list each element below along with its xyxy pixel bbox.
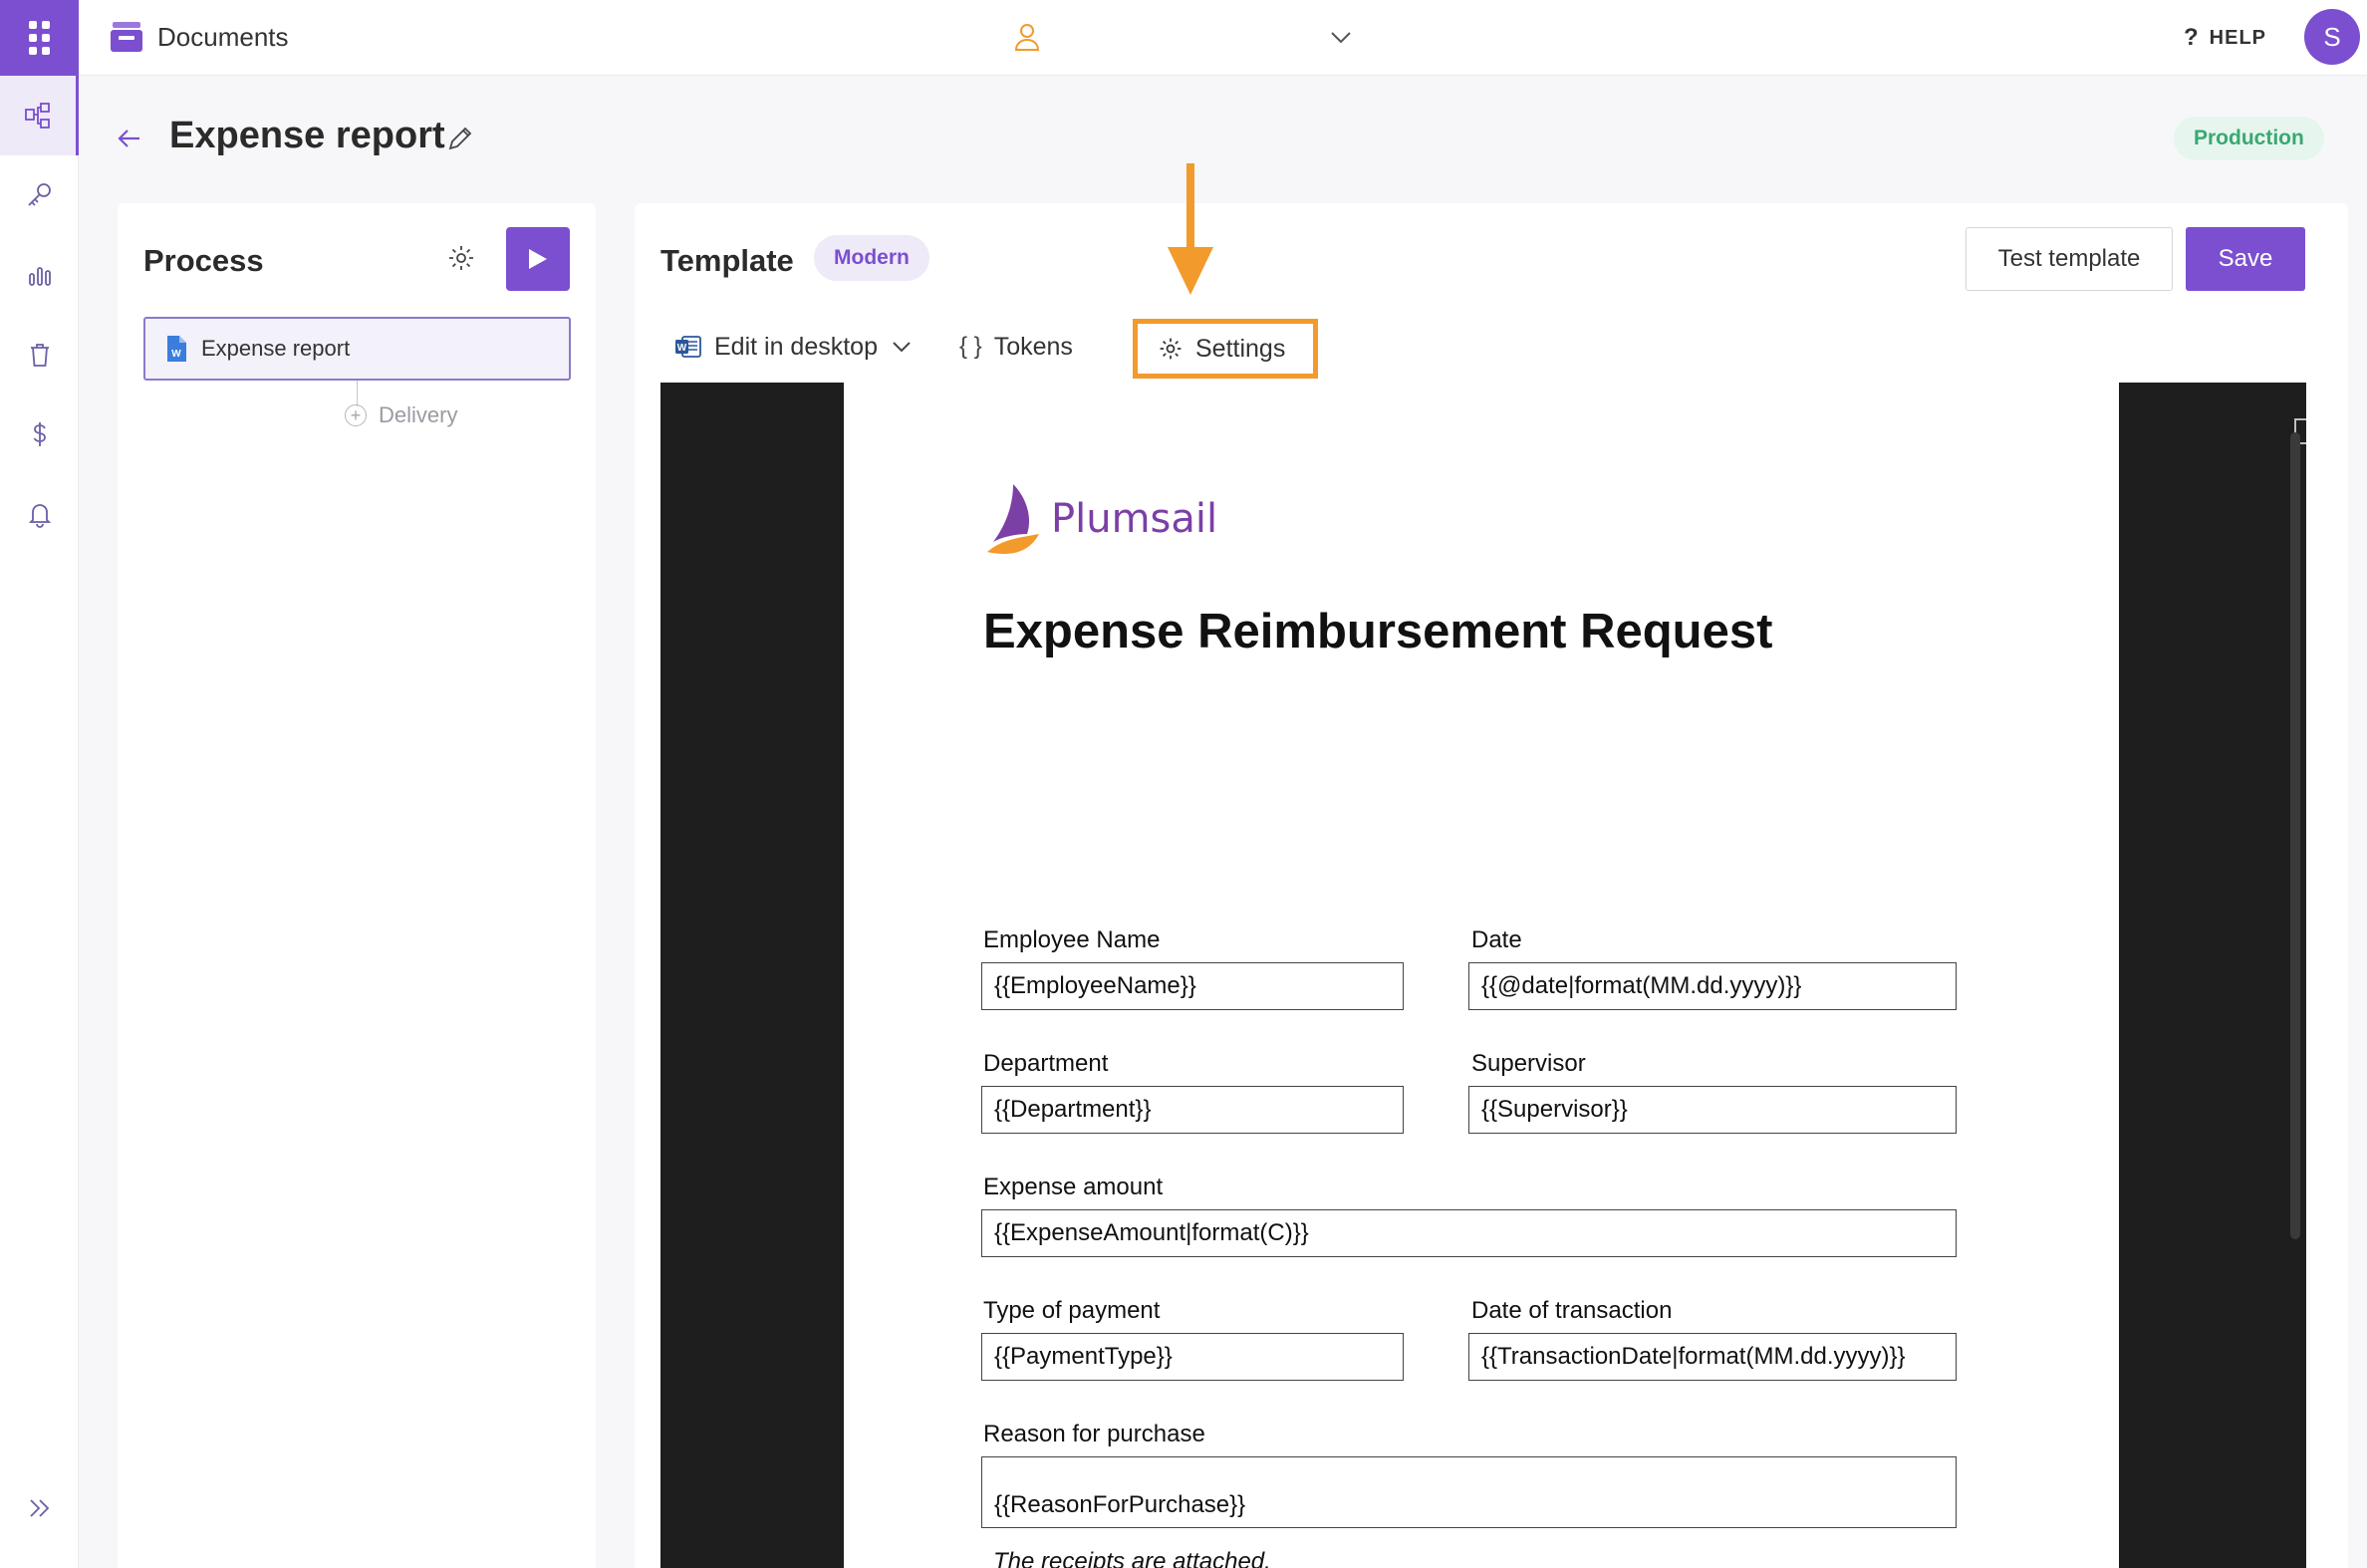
gear-icon[interactable] [446, 243, 476, 273]
payment-type-label: Type of payment [983, 1297, 1161, 1324]
document-page: Plumsail Expense Reimbursement Request E… [844, 383, 2119, 1568]
tokens-button[interactable]: { } Tokens [959, 315, 1073, 379]
play-icon [529, 249, 547, 269]
document-preview[interactable]: Plumsail Expense Reimbursement Request E… [660, 383, 2306, 1568]
plumsail-logo-icon [987, 484, 1039, 554]
plumsail-logo: Plumsail [983, 482, 1217, 556]
notifications-icon[interactable] [0, 474, 79, 554]
transaction-date-label: Date of transaction [1471, 1297, 1673, 1324]
supervisor-label: Supervisor [1471, 1050, 1586, 1077]
department-field: {{Department}} [981, 1086, 1404, 1134]
supervisor-field: {{Supervisor}} [1468, 1086, 1957, 1134]
top-bar: Documents ? HELP S [79, 0, 2367, 76]
key-icon[interactable] [0, 155, 79, 235]
app-name[interactable]: Documents [157, 22, 289, 53]
avatar[interactable]: S [2304, 9, 2360, 65]
process-panel: Process W Expense report + Delivery [118, 203, 596, 1568]
document-heading: Expense Reimbursement Request [983, 605, 1773, 658]
back-arrow-icon[interactable] [116, 125, 143, 152]
word-document-icon: W [167, 336, 186, 362]
department-label: Department [983, 1050, 1109, 1077]
expense-amount-field: {{ExpenseAmount|format(C)}} [981, 1209, 1957, 1257]
documents-app-icon [111, 22, 142, 52]
apps-icon[interactable] [0, 0, 79, 76]
template-panel: Template Modern Test template Save W Edi… [635, 203, 2348, 1568]
user-icon[interactable] [1013, 22, 1041, 52]
word-icon: W [675, 336, 701, 358]
expense-amount-label: Expense amount [983, 1174, 1164, 1200]
date-label: Date [1471, 926, 1522, 953]
brand-name: Plumsail [1051, 496, 1218, 542]
trash-icon[interactable] [0, 315, 79, 394]
employee-name-field: {{EmployeeName}} [981, 962, 1404, 1010]
braces-icon: { } [959, 333, 982, 360]
svg-text:W: W [171, 349, 181, 360]
help-button[interactable]: ? HELP [2184, 24, 2266, 52]
save-button[interactable]: Save [2186, 227, 2305, 291]
edit-in-desktop-label: Edit in desktop [714, 332, 878, 361]
receipts-note: The receipts are attached. [993, 1548, 1271, 1568]
pencil-icon[interactable] [445, 124, 475, 153]
reports-icon[interactable] [0, 235, 79, 315]
reason-label: Reason for purchase [983, 1421, 1205, 1447]
settings-button[interactable]: Settings [1133, 319, 1318, 379]
gear-icon [1160, 338, 1182, 360]
payment-type-field: {{PaymentType}} [981, 1333, 1404, 1381]
date-field: {{@date|format(MM.dd.yyyy)}} [1468, 962, 1957, 1010]
employee-name-label: Employee Name [983, 926, 1161, 953]
template-title: Template [660, 243, 794, 278]
chevron-down-icon[interactable] [1328, 26, 1354, 48]
scrollbar[interactable] [2290, 432, 2300, 1239]
run-process-button[interactable] [506, 227, 570, 291]
process-step[interactable]: W Expense report [143, 317, 571, 381]
left-rail [0, 0, 79, 1568]
test-template-button[interactable]: Test template [1966, 227, 2173, 291]
settings-label: Settings [1195, 334, 1286, 363]
process-title: Process [143, 243, 264, 278]
billing-icon[interactable] [0, 394, 79, 474]
plus-icon: + [345, 404, 367, 426]
step-label: Expense report [201, 336, 351, 361]
page-title: Expense report [169, 115, 445, 156]
processes-icon[interactable] [0, 76, 79, 155]
help-label: HELP [2209, 26, 2267, 49]
edit-in-desktop-button[interactable]: W Edit in desktop [674, 315, 914, 379]
template-type-badge: Modern [814, 235, 929, 281]
add-delivery-button[interactable]: + Delivery [345, 402, 457, 428]
tokens-label: Tokens [993, 332, 1073, 361]
transaction-date-field: {{TransactionDate|format(MM.dd.yyyy)}} [1468, 1333, 1957, 1381]
delivery-label: Delivery [379, 402, 458, 427]
environment-badge[interactable]: Production [2174, 117, 2324, 160]
question-icon: ? [2184, 24, 2200, 51]
expand-icon[interactable] [0, 1468, 79, 1548]
template-toolbar: W Edit in desktop { } Tokens Settings [660, 315, 2306, 385]
chevron-down-icon[interactable] [890, 337, 914, 357]
annotation-arrow-icon [1168, 163, 1213, 295]
reason-field: {{ReasonForPurchase}} [981, 1456, 1957, 1528]
svg-text:W: W [677, 343, 687, 354]
